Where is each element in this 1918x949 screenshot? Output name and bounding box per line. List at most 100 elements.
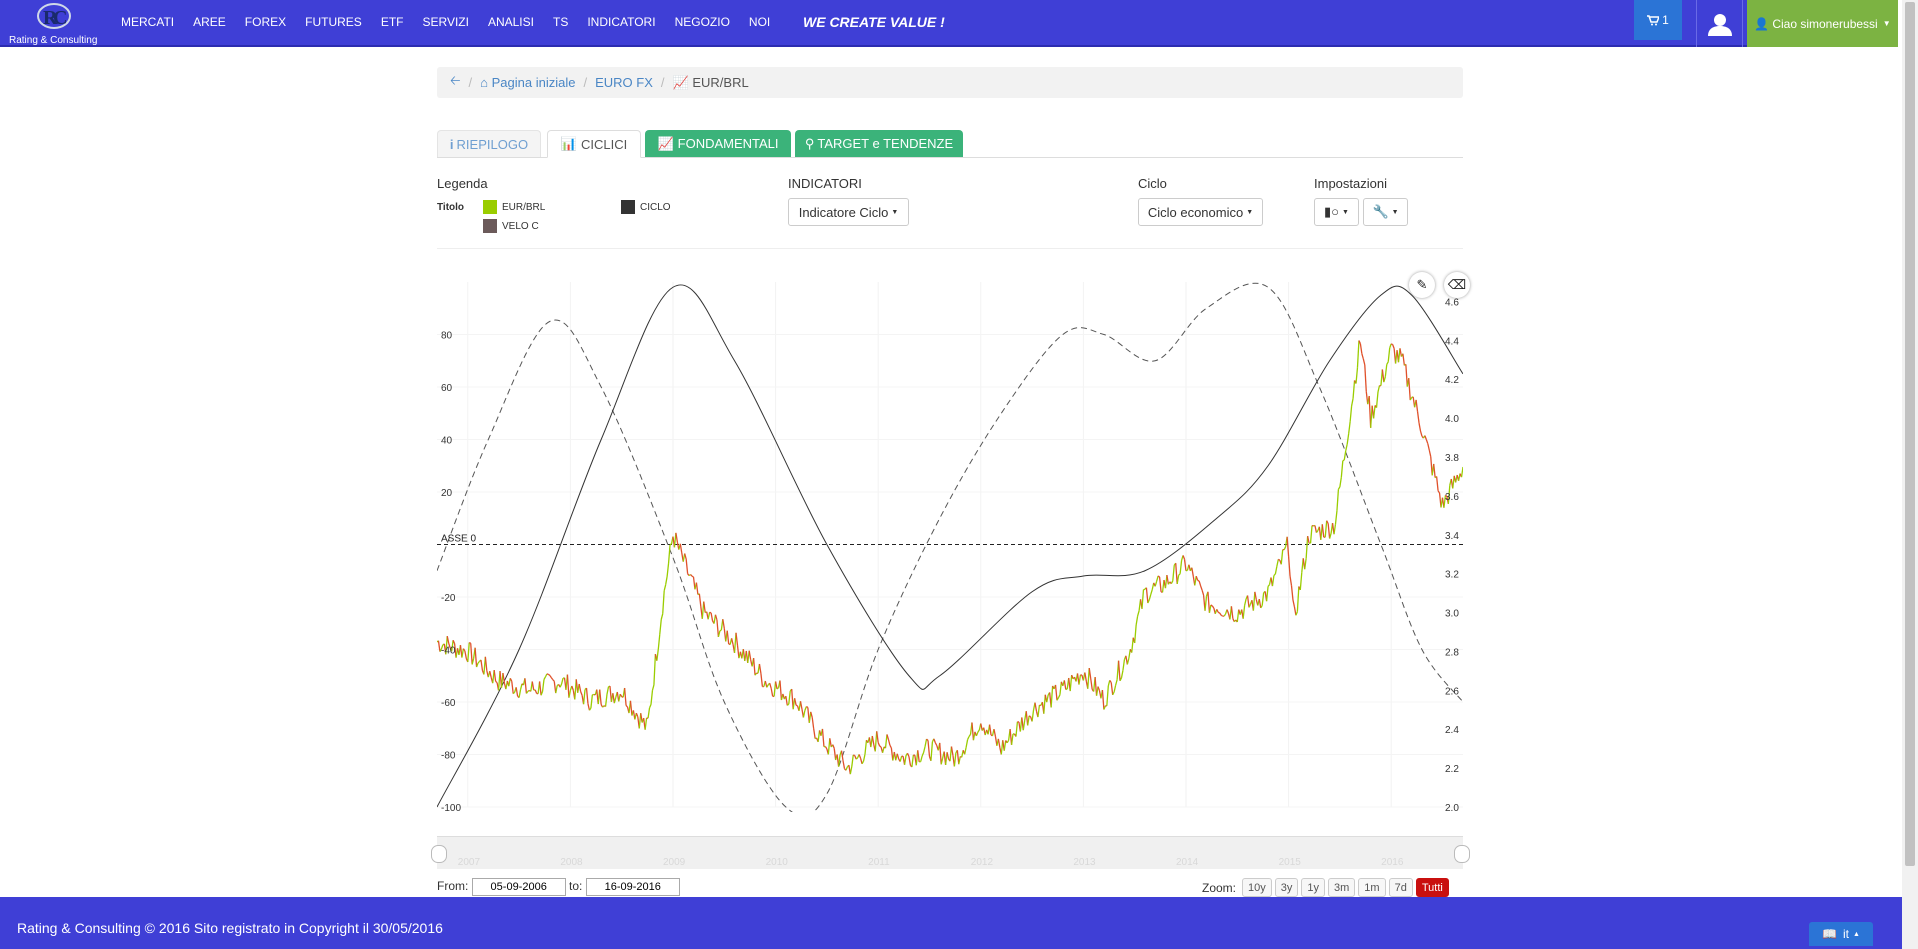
zoom-7d-button[interactable]: 7d <box>1388 878 1413 897</box>
price-segment <box>1408 378 1411 401</box>
breadcrumb-home[interactable]: ⌂ Pagina iniziale <box>480 75 575 90</box>
navigator-year-label: 2009 <box>662 857 686 868</box>
price-segment <box>687 573 690 576</box>
y-left-tick-label: -100 <box>441 803 461 812</box>
tools-button[interactable]: 🔧 ▼ <box>1363 198 1408 226</box>
price-segment <box>1122 659 1126 671</box>
price-segment <box>1236 609 1240 623</box>
zoom-3m-button[interactable]: 3m <box>1328 878 1356 897</box>
price-segment <box>566 674 570 698</box>
menu-item-forex[interactable]: FOREX <box>245 15 286 29</box>
price-segment <box>813 728 816 739</box>
price-segment <box>585 687 589 704</box>
price-segment <box>1050 685 1054 708</box>
zoom-10y-button[interactable]: 10y <box>1242 878 1272 897</box>
breadcrumb-current-label: EUR/BRL <box>692 74 749 90</box>
price-segment <box>1242 605 1246 619</box>
price-segment <box>908 756 912 766</box>
price-segment <box>480 659 484 671</box>
user-avatar-icon <box>1707 13 1732 36</box>
menu-item-servizi[interactable]: SERVIZI <box>422 15 468 29</box>
display-settings-button[interactable]: ▮○ ▼ <box>1314 198 1359 226</box>
tab-riepilogo[interactable]: i RIEPILOGO <box>437 130 541 157</box>
tab-target-tendenze[interactable]: ⚲ TARGET e TENDENZE <box>795 130 963 157</box>
zoom-1y-button[interactable]: 1y <box>1301 878 1326 897</box>
chart-navigator[interactable]: 2007 2008 2009 2010 2011 2012 2013 2014 2015 2016 <box>431 836 1470 869</box>
price-segment <box>1261 592 1265 606</box>
price-segment <box>656 648 659 661</box>
tab-ciclici[interactable]: 📊 CICLICI <box>547 130 641 158</box>
price-segment <box>1384 364 1388 377</box>
language-selector[interactable]: 📖 it ▲ <box>1809 922 1873 946</box>
zoom-3y-button[interactable]: 3y <box>1274 878 1299 897</box>
user-menu-button[interactable]: 👤 Ciao simonerubessi ▼ <box>1747 0 1898 47</box>
back-arrow-icon[interactable]: 🡠 <box>450 72 461 94</box>
legend-item-velo-c[interactable]: VELO C <box>483 219 539 233</box>
price-segment <box>665 576 668 585</box>
price-segment <box>590 694 594 709</box>
cart-count: 1 <box>1662 13 1669 27</box>
legend-item-ciclo[interactable]: CICLO <box>621 200 671 214</box>
zoom-all-button[interactable]: Tutti <box>1415 878 1449 897</box>
menu-item-noi[interactable]: NOI <box>749 15 770 29</box>
cycle-chart[interactable]: 80 60 40 20 -20 -40 -60 -80 -100 4.6 4.4 4.2 4.0 3.8 3… <box>436 262 1464 817</box>
eraser-button[interactable]: ⌫ <box>1444 272 1470 298</box>
price-segment <box>651 684 655 691</box>
legend-label: VELO C <box>502 220 539 232</box>
menu-item-negozio[interactable]: NEGOZIO <box>675 15 730 29</box>
price-segment <box>719 629 722 632</box>
user-avatar-button[interactable] <box>1696 0 1743 47</box>
zoom-1m-button[interactable]: 1m <box>1358 878 1386 897</box>
price-segment <box>468 641 471 644</box>
price-segment <box>821 728 825 747</box>
from-label: From: <box>437 879 469 893</box>
to-date-input[interactable] <box>585 878 680 896</box>
price-segment <box>1207 591 1211 613</box>
cart-button[interactable]: 1 <box>1634 0 1682 40</box>
menu-item-analisi[interactable]: ANALISI <box>488 15 534 29</box>
price-segment <box>997 738 1001 748</box>
y-right-tick-label: 3.2 <box>1445 570 1459 581</box>
price-segment <box>1028 715 1031 718</box>
translate-icon: 📖 <box>1822 927 1837 941</box>
menu-item-etf[interactable]: ETF <box>381 15 404 29</box>
y-right-tick-label: 4.4 <box>1445 336 1459 347</box>
navigator-right-handle[interactable] <box>1454 845 1470 863</box>
price-segment <box>1006 740 1010 744</box>
tab-fondamentali[interactable]: 📈 FONDAMENTALI <box>645 130 791 157</box>
menu-item-indicatori[interactable]: INDICATORI <box>587 15 655 29</box>
price-segment <box>968 734 972 737</box>
price-segment <box>817 730 821 743</box>
legend-item-eurbrl[interactable]: EUR/BRL <box>483 200 545 214</box>
menu-item-futures[interactable]: FUTURES <box>305 15 362 29</box>
menu-item-aree[interactable]: AREE <box>193 15 226 29</box>
price-segment <box>618 694 621 702</box>
price-segment <box>1088 667 1092 679</box>
logo[interactable]: R C Rating & Consulting <box>6 2 106 46</box>
menu-item-ts[interactable]: TS <box>553 15 568 29</box>
scrollbar-thumb[interactable] <box>1905 2 1915 866</box>
y-right-tick-label: 2.6 <box>1445 686 1459 697</box>
price-segment <box>1211 605 1215 609</box>
price-segment <box>508 678 511 687</box>
navigator-left-handle[interactable] <box>431 845 447 863</box>
indicatore-dropdown[interactable]: Indicatore Ciclo ▼ <box>788 198 909 226</box>
page-scrollbar[interactable] <box>1902 0 1918 949</box>
price-segment <box>1095 686 1099 696</box>
price-segment <box>1309 525 1313 544</box>
price-segment <box>977 729 980 733</box>
price-segment <box>1065 688 1068 691</box>
price-segment <box>690 574 693 577</box>
breadcrumb-section[interactable]: EURO FX <box>595 75 653 90</box>
navigator-year-label: 2011 <box>868 857 890 868</box>
price-segment <box>1109 679 1112 683</box>
series-velo-c-line <box>436 282 1464 817</box>
price-segment <box>1158 576 1162 592</box>
navigator-year-label: 2013 <box>1073 857 1096 868</box>
ciclo-dropdown[interactable]: Ciclo economico ▼ <box>1138 198 1263 226</box>
price-segment <box>663 584 667 591</box>
from-date-input[interactable] <box>471 878 566 896</box>
price-segment <box>769 682 772 689</box>
menu-item-mercati[interactable]: MERCATI <box>121 15 174 29</box>
draw-pencil-button[interactable]: ✎ <box>1409 272 1435 298</box>
